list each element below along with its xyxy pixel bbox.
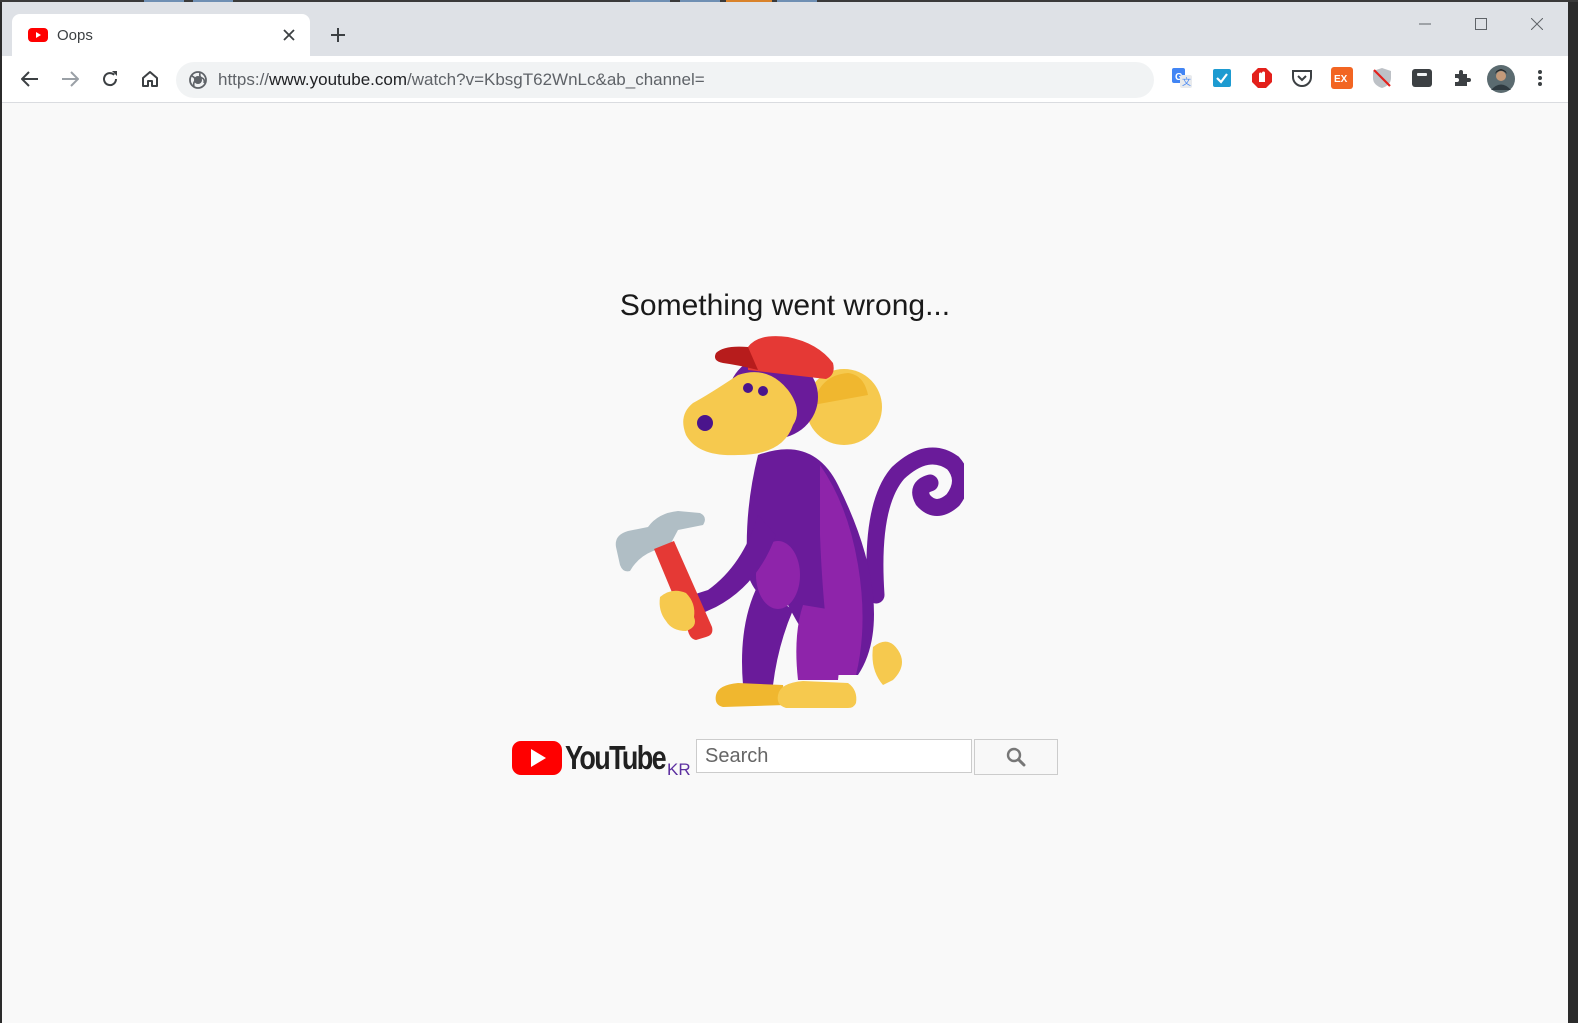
home-button[interactable]: [136, 65, 164, 93]
address-bar[interactable]: https://www.youtube.com/watch?v=KbsgT62W…: [176, 62, 1154, 98]
dark-extension[interactable]: [1410, 66, 1434, 90]
forward-button[interactable]: [56, 65, 84, 93]
tab-strip: Oops: [2, 2, 1568, 56]
browser-menu-button[interactable]: [1528, 66, 1552, 90]
back-button[interactable]: [16, 65, 44, 93]
error-page: Something went wrong... YouTube KR Searc…: [2, 103, 1568, 1023]
profile-button[interactable]: [1486, 64, 1516, 94]
menu-dots-icon: [1538, 70, 1542, 86]
shield-extension[interactable]: [1370, 66, 1394, 90]
url-host: www.youtube.com: [269, 70, 407, 89]
browser-toolbar: https://www.youtube.com/watch?v=KbsgT62W…: [2, 56, 1568, 103]
svg-text:YouTube: YouTube: [565, 739, 666, 776]
close-icon: [283, 29, 295, 41]
search-button[interactable]: [974, 739, 1058, 775]
country-code: KR: [667, 760, 691, 779]
globe-icon[interactable]: [188, 70, 208, 90]
svg-text:EX: EX: [1334, 74, 1348, 85]
forward-icon: [62, 71, 79, 87]
adblock-icon: [1252, 68, 1272, 88]
profile-avatar: [1487, 65, 1515, 93]
search-input[interactable]: [696, 739, 972, 773]
tab-oops[interactable]: Oops: [12, 14, 310, 56]
error-title: Something went wrong...: [619, 289, 951, 322]
adblock-extension[interactable]: [1250, 66, 1274, 90]
monkey-with-hammer-illustration: [615, 336, 964, 708]
puzzle-icon: [1455, 70, 1471, 86]
svg-text:文: 文: [1182, 76, 1191, 87]
reload-icon: [103, 71, 118, 87]
google-translate-extension[interactable]: G 文: [1170, 66, 1194, 90]
google-translate-icon: G 文: [1172, 68, 1192, 88]
ex-extension-icon: EX: [1331, 67, 1353, 89]
pocket-icon: [1292, 70, 1312, 87]
dark-extension-icon: [1412, 69, 1432, 87]
maximize-icon: [1475, 18, 1487, 30]
maximize-button[interactable]: [1458, 12, 1504, 36]
url-text: https://www.youtube.com/watch?v=KbsgT62W…: [218, 70, 705, 90]
url-scheme: https://: [218, 70, 270, 89]
minimize-icon: [1419, 23, 1431, 25]
shield-extension-icon: [1373, 68, 1391, 88]
pocket-extension[interactable]: [1290, 66, 1314, 90]
checkbox-extension-icon: [1213, 69, 1231, 87]
browser-window: Oops https://www.youtube.com/watch?v=Kbs…: [2, 2, 1568, 1023]
plus-icon: [331, 28, 345, 42]
extensions-button[interactable]: [1450, 66, 1474, 90]
new-tab-button[interactable]: [324, 21, 352, 49]
tab-close-button[interactable]: [278, 24, 300, 46]
tab-title: Oops: [57, 27, 93, 44]
checkbox-extension[interactable]: [1210, 66, 1234, 90]
search-icon: [1006, 747, 1026, 767]
close-icon: [1531, 18, 1543, 30]
reload-button[interactable]: [96, 65, 124, 93]
url-path: /watch?v=KbsgT62WnLc&ab_channel=: [406, 70, 705, 89]
youtube-favicon: [28, 28, 48, 42]
window-close-button[interactable]: [1514, 12, 1560, 36]
back-icon: [21, 71, 38, 87]
home-icon: [142, 71, 158, 87]
minimize-button[interactable]: [1402, 12, 1448, 36]
ex-extension[interactable]: EX: [1330, 66, 1354, 90]
